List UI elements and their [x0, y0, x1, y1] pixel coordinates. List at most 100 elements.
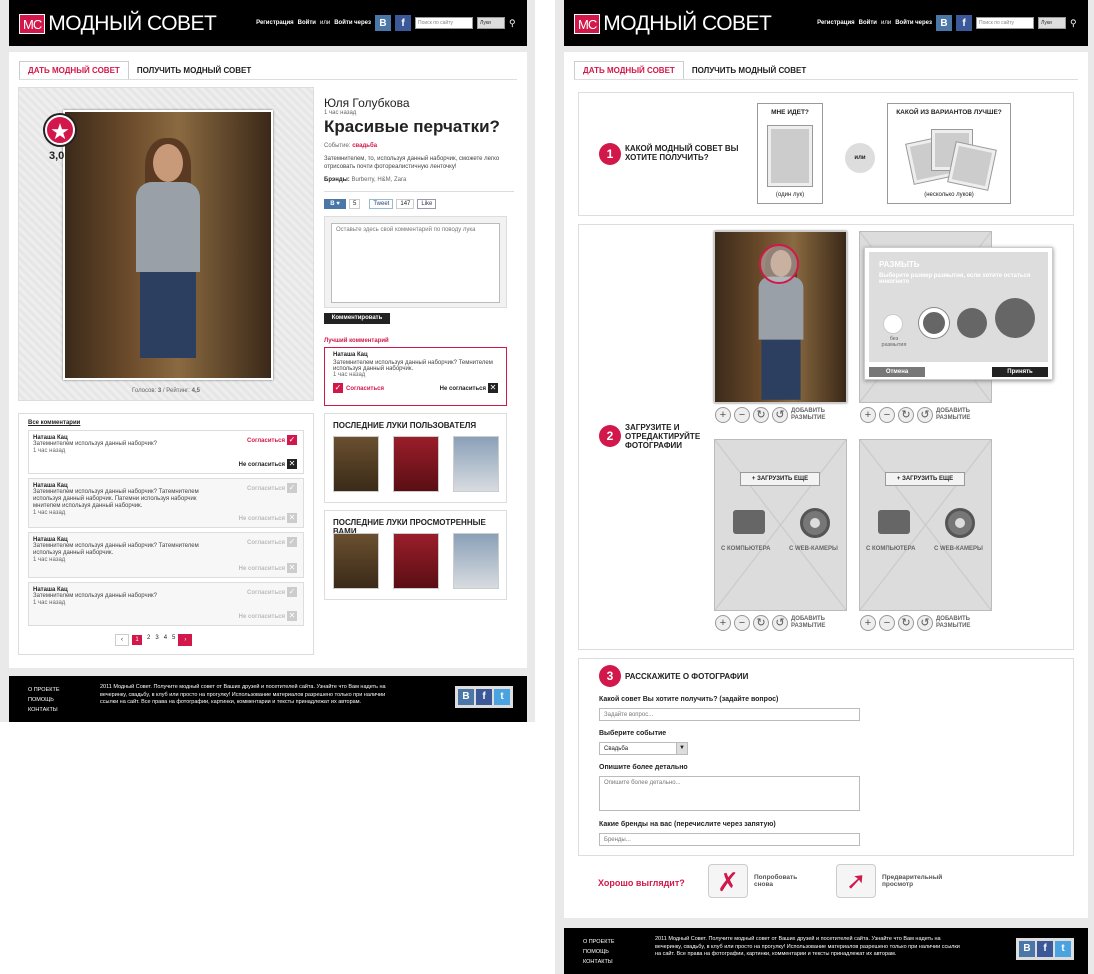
search-scope-select[interactable]: Луки	[477, 17, 505, 29]
tab-give-advice[interactable]: ДАТЬ МОДНЫЙ СОВЕТ	[574, 60, 684, 80]
rotate-left-icon[interactable]: ↻	[898, 407, 914, 423]
footer-link-about[interactable]: О ПРОЕКТЕ	[583, 937, 615, 947]
disagree-button[interactable]: Не согласиться ✕	[239, 459, 297, 469]
blur-cancel-button[interactable]: Отмена	[869, 367, 925, 377]
author-name[interactable]: Юля Голубкова	[324, 96, 514, 110]
webcam-icon[interactable]	[800, 508, 830, 538]
folder-icon[interactable]	[733, 510, 765, 534]
search-scope-select[interactable]: Луки	[1038, 17, 1066, 29]
from-pc-label[interactable]: С КОМПЬЮТЕРА	[866, 546, 915, 552]
footer-link-contacts[interactable]: КОНТАКТЫ	[28, 705, 60, 715]
viewed-look-thumb[interactable]	[393, 533, 439, 589]
blur-size-medium[interactable]	[957, 308, 987, 338]
search-input[interactable]: Поиск по сайту	[976, 17, 1034, 29]
logo[interactable]: МС МОДНЫЙ СОВЕТ	[574, 12, 772, 36]
vk-icon[interactable]: B	[458, 689, 474, 705]
tab-give-advice[interactable]: ДАТЬ МОДНЫЙ СОВЕТ	[19, 60, 129, 80]
agree-button[interactable]: Согласиться ✓	[247, 483, 297, 493]
tab-get-advice[interactable]: ПОЛУЧИТЬ МОДНЫЙ СОВЕТ	[684, 62, 814, 79]
add-blur-button[interactable]: ДОБАВИТЬ РАЗМЫТИЕ	[791, 408, 833, 422]
prev-page-button[interactable]: ‹	[115, 634, 129, 646]
zoom-in-icon[interactable]: +	[715, 407, 731, 423]
rotate-right-icon[interactable]: ↺	[772, 407, 788, 423]
multi-look-option[interactable]: КАКОЙ ИЗ ВАРИАНТОВ ЛУЧШЕ? (несколько лук…	[887, 103, 1011, 204]
event-select[interactable]: Свадьба ▼	[599, 742, 688, 755]
zoom-out-icon[interactable]: −	[879, 615, 895, 631]
disagree-button[interactable]: Не согласиться ✕	[239, 513, 297, 523]
user-look-thumb[interactable]	[453, 436, 499, 492]
agree-button[interactable]: Согласиться ✓	[247, 537, 297, 547]
zoom-out-icon[interactable]: −	[879, 407, 895, 423]
footer-link-help[interactable]: ПОМОЩЬ	[28, 695, 60, 705]
blur-area[interactable]	[759, 244, 799, 284]
page-number[interactable]: 1	[132, 635, 142, 645]
preview-icon[interactable]: ➚	[836, 864, 876, 898]
viewed-look-thumb[interactable]	[453, 533, 499, 589]
page-number[interactable]: 5	[172, 635, 175, 645]
comment-textarea[interactable]: Оставьте здесь свой комментарий по повод…	[331, 223, 500, 303]
event-link[interactable]: свадьба	[352, 143, 377, 149]
login-link[interactable]: Войти	[298, 20, 316, 26]
blur-size-small[interactable]	[919, 308, 949, 338]
rotate-left-icon[interactable]: ↻	[753, 407, 769, 423]
agree-button[interactable]: Согласиться ✓	[247, 435, 297, 445]
upload-more-button[interactable]: + ЗАГРУЗИТЬ ЕЩЕ	[885, 472, 965, 486]
disagree-button[interactable]: Не согласиться ✕	[239, 611, 297, 621]
fb-like-button[interactable]: Like	[417, 199, 437, 209]
next-page-button[interactable]: ›	[178, 634, 193, 646]
agree-button[interactable]: Согласиться ✓	[247, 587, 297, 597]
from-cam-label[interactable]: С WEB-КАМЕРЫ	[934, 546, 983, 552]
add-blur-button[interactable]: ДОБАВИТЬ РАЗМЫТИЕ	[791, 616, 833, 630]
footer-link-about[interactable]: О ПРОЕКТЕ	[28, 685, 60, 695]
brands-input[interactable]: Бренды...	[599, 833, 860, 846]
all-comments-link[interactable]: Все комментарии	[28, 420, 80, 426]
description-textarea[interactable]: Опишите более детально...	[599, 776, 860, 811]
zoom-in-icon[interactable]: +	[860, 407, 876, 423]
look-photo[interactable]	[63, 110, 273, 380]
fb-login-icon[interactable]: f	[395, 15, 411, 31]
facebook-icon[interactable]: f	[1037, 941, 1053, 957]
zoom-in-icon[interactable]: +	[715, 615, 731, 631]
search-icon[interactable]: ⚲	[509, 17, 519, 29]
uploaded-photo[interactable]	[714, 231, 847, 403]
best-disagree-button[interactable]: Не согласиться ✕	[440, 383, 498, 393]
search-input[interactable]: Поиск по сайту	[415, 17, 473, 29]
single-look-option[interactable]: МНЕ ИДЕТ? (один лук)	[757, 103, 823, 204]
webcam-icon[interactable]	[945, 508, 975, 538]
rotate-right-icon[interactable]: ↺	[917, 615, 933, 631]
upload-more-button[interactable]: + ЗАГРУЗИТЬ ЕЩЕ	[740, 472, 820, 486]
facebook-icon[interactable]: f	[476, 689, 492, 705]
register-link[interactable]: Регистрация	[817, 20, 855, 26]
from-cam-label[interactable]: С WEB-КАМЕРЫ	[789, 546, 838, 552]
question-input[interactable]: Задайте вопрос...	[599, 708, 860, 721]
tweet-button[interactable]: Tweet	[369, 199, 394, 209]
footer-link-help[interactable]: ПОМОЩЬ	[583, 947, 615, 957]
chevron-down-icon[interactable]: ▼	[676, 743, 687, 754]
zoom-out-icon[interactable]: −	[734, 407, 750, 423]
user-look-thumb[interactable]	[333, 436, 379, 492]
page-number[interactable]: 3	[155, 635, 158, 645]
best-comment-author[interactable]: Наташа Кац	[333, 352, 498, 358]
login-link[interactable]: Войти	[859, 20, 877, 26]
rotate-right-icon[interactable]: ↺	[772, 615, 788, 631]
rotate-left-icon[interactable]: ↻	[898, 615, 914, 631]
try-again-button[interactable]: Попробовать снова	[754, 874, 804, 888]
tab-get-advice[interactable]: ПОЛУЧИТЬ МОДНЫЙ СОВЕТ	[129, 62, 259, 79]
folder-icon[interactable]	[878, 510, 910, 534]
rotate-right-icon[interactable]: ↺	[917, 407, 933, 423]
vk-login-icon[interactable]: B	[936, 15, 952, 31]
search-icon[interactable]: ⚲	[1070, 17, 1080, 29]
vk-icon[interactable]: B	[1019, 941, 1035, 957]
add-blur-button[interactable]: ДОБАВИТЬ РАЗМЫТИЕ	[936, 616, 978, 630]
comment-button[interactable]: Комментировать	[324, 313, 390, 324]
blur-size-large[interactable]	[995, 298, 1035, 338]
blur-apply-button[interactable]: Принять	[992, 367, 1048, 377]
fb-login-icon[interactable]: f	[956, 15, 972, 31]
best-agree-button[interactable]: ✓ Согласиться	[333, 383, 384, 393]
twitter-icon[interactable]: t	[494, 689, 510, 705]
vk-like-button[interactable]: B ♥	[324, 199, 346, 209]
blur-size-none[interactable]	[883, 314, 903, 334]
user-look-thumb[interactable]	[393, 436, 439, 492]
logo[interactable]: МС МОДНЫЙ СОВЕТ	[19, 12, 217, 36]
from-pc-label[interactable]: С КОМПЬЮТЕРА	[721, 546, 770, 552]
